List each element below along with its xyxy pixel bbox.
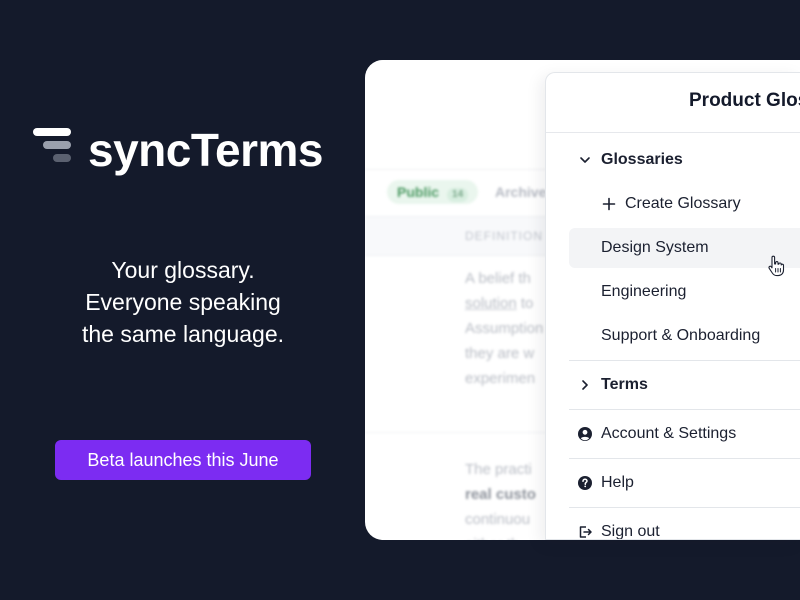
menu-item-account-settings-label: Account & Settings [601, 425, 737, 442]
tagline-line-1: Your glossary. [111, 257, 255, 283]
definition-link[interactable]: solution [465, 295, 517, 312]
menu-divider [569, 458, 800, 459]
menu-section-glossaries[interactable]: Glossaries [577, 140, 800, 180]
navigation-menu: Product Glos Glossaries Create Glossary … [545, 72, 800, 540]
sign-out-icon [577, 524, 593, 539]
hand-pointer-icon [768, 255, 785, 277]
menu-divider [569, 409, 800, 410]
menu-section-terms[interactable]: Terms [577, 365, 800, 405]
beta-badge: Beta launches this June [55, 440, 311, 480]
menu-item-engineering[interactable]: Engineering [601, 272, 800, 312]
menu-item-sign-out[interactable]: Sign out [577, 512, 800, 540]
logo-bar-top [33, 128, 71, 136]
tab-public-count: 14 [447, 188, 469, 202]
tagline: Your glossary. Everyone speaking the sam… [40, 254, 326, 350]
brand-name: syncTerms [88, 124, 324, 176]
menu-section-terms-label: Terms [601, 376, 648, 393]
definition-2-line-2: real custo [465, 486, 536, 503]
definition-1-line-1: A belief th [465, 270, 531, 287]
menu-header-divider [546, 132, 800, 133]
plus-icon [601, 196, 617, 212]
menu-item-help[interactable]: Help [577, 463, 800, 503]
menu-item-support-onboarding-label: Support & Onboarding [601, 327, 761, 344]
logo-icon [33, 128, 73, 168]
menu-divider [569, 360, 800, 361]
tagline-line-2: Everyone speaking [85, 289, 281, 315]
menu-item-design-system-label: Design System [601, 239, 709, 256]
logo-bar-middle [43, 141, 71, 149]
chevron-right-icon [577, 377, 593, 393]
logo-bar-bottom [53, 154, 71, 162]
column-header-definition: DEFINITION [465, 229, 543, 243]
help-circle-icon [577, 475, 593, 491]
tab-public[interactable]: Public 14 [387, 180, 479, 204]
menu-section-glossaries-label: Glossaries [601, 151, 683, 168]
menu-item-create-glossary[interactable]: Create Glossary [601, 184, 800, 224]
menu-title: Product Glos [689, 90, 800, 111]
definition-1-line-2-rest: to [516, 295, 534, 312]
menu-item-engineering-label: Engineering [601, 283, 687, 300]
tab-public-label: Public [397, 184, 440, 200]
menu-item-support-onboarding[interactable]: Support & Onboarding [601, 316, 800, 356]
menu-item-account-settings[interactable]: Account & Settings [577, 414, 800, 454]
menu-divider [569, 507, 800, 508]
menu-item-sign-out-label: Sign out [601, 523, 660, 540]
chevron-down-icon [577, 152, 593, 168]
menu-item-help-label: Help [601, 474, 634, 491]
user-circle-icon [577, 426, 593, 442]
tagline-line-3: the same language. [81, 321, 285, 347]
menu-item-create-glossary-label: Create Glossary [625, 195, 741, 212]
